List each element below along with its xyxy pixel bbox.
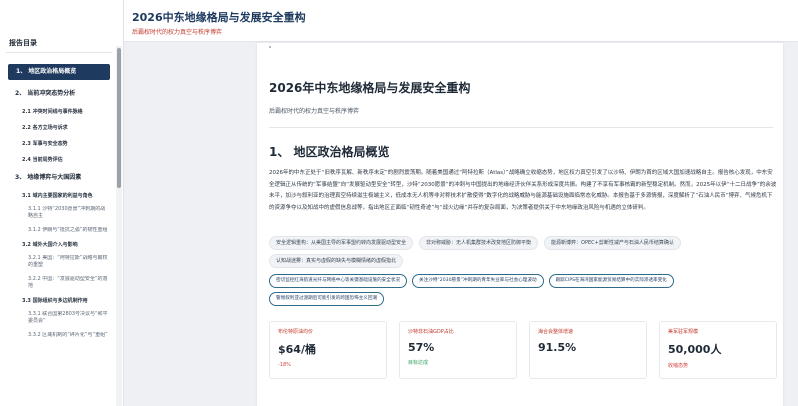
title-divider [269, 127, 773, 128]
metric-value: 50,000人 [668, 343, 722, 356]
metric-label: 布伦特原油均价 [278, 329, 314, 335]
toc-list: 1、 地区政治格局概览 2、 当前冲突态势分析 2.1 冲突时间线与事件脉络 2.2 … [0, 58, 116, 346]
metric-card: 布伦特原油均价 $64/桶 -18% [269, 321, 387, 379]
summary-paragraph: 2026年的中东正处于“旧秩序瓦解、新秩序未定”的剧烈震荡期。随着美国通过“阿特… [269, 170, 777, 211]
sidebar-title: 报告目录 [9, 39, 37, 47]
toc-item[interactable]: 3.2 域外大国介入与影响 [0, 241, 116, 249]
toc-item[interactable]: 1、 地区政治格局概览 [8, 64, 110, 80]
metric-change: 收缩态势 [668, 363, 689, 369]
metric-label: 海合会整体增速 [538, 329, 574, 335]
toc-item[interactable]: 3.2.1 美国：“阿特拉斯”战略与霸权的重塑 [0, 255, 116, 269]
metric-change: -18% [278, 362, 291, 368]
toc-item[interactable]: 2.2 各方立场与诉求 [0, 120, 116, 136]
document-subtitle: 后霸权时代的权力真空与秩序博弈 [269, 108, 360, 115]
metric-value: 57% [408, 341, 435, 354]
metric-value: 91.5% [538, 341, 577, 354]
metric-value: $64/桶 [278, 343, 316, 356]
metric-card: 沙特非石油GDP占比 57% 目标达成 [399, 321, 517, 379]
toc-item[interactable]: 2.1 冲突时间线与事件脉络 [0, 104, 116, 120]
watch-items: 密切监控红海航道光纤与网络中心等关键基础设施的安全状况 关注沙特“2030愿景”冲… [269, 274, 781, 310]
table-of-contents-sidebar: 报告目录 1、 地区政治格局概览 2、 当前冲突态势分析 2.1 冲突时间线与事件脉… [0, 0, 124, 406]
toc-item[interactable]: 3.3.1 联合国第2803号决议与“和平委员会” [0, 311, 116, 325]
metric-change: 目标达成 [408, 360, 429, 366]
finding-tag: 非对称威胁：无人机集群技术改变地区防御平衡 [419, 236, 539, 250]
finding-tag: 安全逻辑重构：从美国主导的军事盟约转向发展驱动型安全 [269, 236, 414, 250]
watch-item-pill: 警惕叙利亚过渡期后可能引发的跨国恐怖主义回潮 [269, 292, 385, 306]
metric-card: 海合会整体增速 91.5% [529, 321, 647, 379]
key-findings-tags: 安全逻辑重构：从美国主导的军事盟约转向发展驱动型安全 非对称威胁：无人机集群技术改… [269, 236, 781, 272]
toc-item[interactable]: 3.1.2 伊朗与“抵抗之弧”的韧性重组 [0, 227, 116, 234]
toc-item[interactable]: 3.3 国际组织与多边机制作用 [0, 297, 116, 305]
toc-item[interactable]: 3.1 域内主要国家的利益与角色 [0, 192, 116, 200]
sidebar-scrollbar-thumb[interactable] [117, 48, 121, 188]
document-card: 2026年中东地缘格局与发展安全重构 后霸权时代的权力真空与秩序博弈 1、 地区… [257, 43, 783, 406]
watch-item-pill: 跟踪CIPS在海湾国家能源贸易结算中的实际渗透率变化 [548, 274, 674, 288]
metric-label: 美军驻军规模 [668, 329, 699, 335]
report-title: 2026中东地缘格局与发展安全重构 [132, 11, 306, 24]
toc-item[interactable]: 3、 地缘博弈与大国因素 [0, 168, 116, 188]
toc-item[interactable]: 2、 当前冲突态势分析 [0, 84, 116, 104]
metric-label: 沙特非石油GDP占比 [408, 329, 454, 335]
section-title: 1、 地区政治格局概览 [269, 145, 390, 159]
card-marker [269, 46, 271, 48]
report-header: 2026中东地缘格局与发展安全重构 后霸权时代的权力真空与秩序博弈 [124, 0, 798, 42]
sidebar-divider [6, 52, 112, 53]
watch-item-pill: 关注沙特“2030愿景”冲刺期的青年失业率与社会心理波动 [412, 274, 544, 288]
metric-card: 美军驻军规模 50,000人收缩态势 [659, 321, 777, 379]
metric-cards: 布伦特原油均价 $64/桶 -18% 沙特非石油GDP占比 57% 目标达成 海合会整体增速… [269, 321, 777, 379]
finding-tag: 能源新博弈：OPEC+剪断性减产与石油人民币结算确认 [544, 236, 681, 250]
document-title: 2026年中东地缘格局与发展安全重构 [269, 81, 471, 95]
toc-item[interactable]: 2.3 军事与安全态势 [0, 136, 116, 152]
report-subtitle: 后霸权时代的权力真空与秩序博弈 [132, 29, 223, 36]
toc-item[interactable]: 2.4 当前局势评估 [0, 152, 116, 168]
toc-item[interactable]: 3.3.2 区域机制的“碎片化”与“重组” [0, 332, 116, 339]
toc-item[interactable]: 3.2.2 中国：“发展驱动型安全”的落地 [0, 276, 116, 290]
finding-tag: 认知战迷雾：真实与虚假的缺失与模糊情绪的虚假指北 [269, 254, 404, 268]
watch-item-pill: 密切监控红海航道光纤与网络中心等关键基础设施的安全状况 [269, 274, 408, 288]
toc-item[interactable]: 3.1.1 沙特“2030愿景”冲刺期的战略自主 [0, 206, 116, 220]
